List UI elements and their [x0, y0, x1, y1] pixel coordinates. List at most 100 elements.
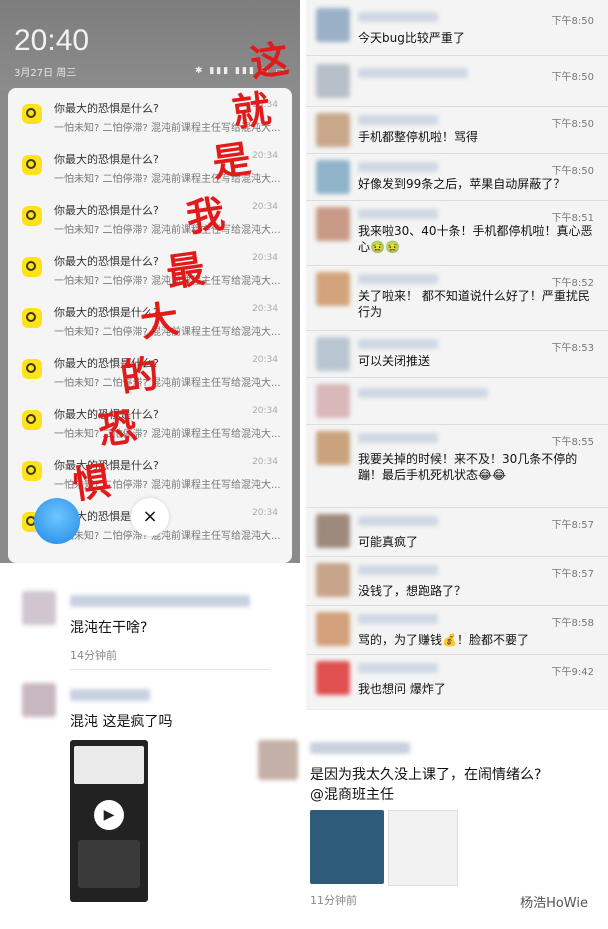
avatar: [316, 337, 350, 371]
app-icon: [22, 155, 42, 175]
image-thumbnail[interactable]: [388, 810, 458, 886]
commenter-name: [70, 595, 250, 607]
scared-face-emoji-icon: [34, 498, 80, 544]
message-text: 可能真疯了: [358, 535, 419, 549]
lockscreen-panel: 20:40 3月27日 周三 ✱ ▮▮▮ ▮▮▮ ◔ ▭ 你最大的恐惧是什么? …: [0, 0, 300, 563]
sender-name: [358, 516, 438, 526]
avatar: [316, 612, 350, 646]
commenter-name: [70, 689, 150, 701]
image-thumbnail[interactable]: [310, 810, 384, 884]
overlay-char: 惧: [69, 458, 114, 508]
notification-time: 20:34: [252, 355, 278, 365]
message-text: 可以关闭推送: [358, 354, 431, 368]
close-button[interactable]: ×: [131, 498, 169, 536]
app-icon: [22, 257, 42, 277]
avatar: [316, 661, 350, 695]
message-text: 我要关掉的时候！来不及！30几条不停的蹦！最后手机死机状态😂😂: [358, 452, 578, 482]
sender-name: [358, 209, 438, 219]
notification-body: 一怕未知? 二怕停滞? 混沌前课程主任写给混沌大...: [54, 378, 281, 389]
app-icon: [22, 461, 42, 481]
avatar: [316, 8, 350, 42]
chat-message: 下午8:57 可能真疯了: [306, 508, 608, 557]
thumbnail-controls: [78, 840, 140, 888]
commenter-name: [310, 742, 410, 754]
message-text: 我来啦30、40十条！手机都停机啦！真心恶心🤢🤢: [358, 224, 593, 254]
comment-text: 混沌在干啥?: [70, 620, 148, 636]
notification-time: 20:34: [252, 304, 278, 314]
divider: [70, 669, 270, 670]
lockscreen-clock: 20:40: [14, 24, 90, 57]
sender-name: [358, 565, 438, 575]
chat-panel: 下午8:50 今天bug比较严重了 下午8:50 下午8:50 手机都整停机啦！…: [306, 0, 608, 710]
notification-time: 20:34: [252, 151, 278, 161]
message-text: 好像发到99条之后，苹果自动屏蔽了？: [358, 177, 566, 191]
app-icon: [22, 359, 42, 379]
overlay-char: 是: [209, 136, 254, 186]
chat-message: 下午8:51 我来啦30、40十条！手机都停机啦！真心恶心🤢🤢: [306, 201, 608, 266]
avatar: [316, 563, 350, 597]
comment-feed-right: 是因为我太久没上课了，在闹情绪么? @混商班主任 11分钟前 杨浩HoWie: [258, 710, 608, 929]
message-text: 没钱了，想跑路了？: [358, 584, 467, 598]
avatar: [316, 431, 350, 465]
notification-title: 你最大的恐惧是什么?: [54, 204, 159, 217]
message-text: 我也想问 爆炸了: [358, 682, 446, 696]
message-time: 下午8:58: [551, 618, 594, 629]
comment-mention[interactable]: @混商班主任: [310, 784, 394, 804]
sender-name: [358, 614, 438, 624]
message-time: 下午8:50: [551, 72, 594, 83]
notification-time: 20:34: [252, 457, 278, 467]
message-time: 下午8:55: [551, 437, 594, 448]
chat-message: 下午8:50 今天bug比较严重了: [306, 0, 608, 56]
message-text: 关了啦来！ 都不知道说什么好了！严重扰民行为: [358, 289, 590, 319]
notification-item[interactable]: 你最大的恐惧是什么? 20:34 一怕未知? 二怕停滞? 混沌前课程主任写给混沌…: [8, 241, 292, 292]
app-icon: [22, 410, 42, 430]
overlay-char: 恐: [95, 404, 140, 454]
notification-time: 20:34: [252, 202, 278, 212]
notification-item[interactable]: 你最大的恐惧是什么? 20:34 一怕未知? 二怕停滞? 混沌前课程主任写给混沌…: [8, 394, 292, 445]
chat-message: [306, 378, 608, 425]
avatar: [316, 272, 350, 306]
sender-name: [358, 12, 438, 22]
message-time: 下午8:53: [551, 343, 594, 354]
comment-text: 是因为我太久没上课了，在闹情绪么?: [310, 767, 542, 783]
comment-time: 14分钟前: [70, 649, 117, 662]
message-text: 今天bug比较严重了: [358, 31, 465, 45]
notification-time: 20:34: [252, 508, 278, 518]
avatar: [316, 384, 350, 418]
message-time: 下午8:51: [551, 213, 594, 224]
sender-name: [358, 274, 438, 284]
chat-message: 下午8:52 关了啦来！ 都不知道说什么好了！严重扰民行为: [306, 266, 608, 331]
message-text: 手机都整停机啦！骂得: [358, 130, 479, 144]
message-time: 下午8:50: [551, 166, 594, 177]
notification-body: 一怕未知? 二怕停滞? 混沌前课程主任写给混沌大...: [54, 531, 281, 542]
overlay-char: 的: [117, 351, 162, 401]
comment-time: 11分钟前: [310, 894, 357, 907]
message-time: 下午8:57: [551, 569, 594, 580]
avatar: [316, 160, 350, 194]
sender-name: [358, 663, 438, 673]
message-text: 骂的，为了赚钱💰！脸都不要了: [358, 633, 529, 647]
phone-screenshot-thumbnail[interactable]: ▶: [70, 740, 148, 902]
avatar: [258, 740, 298, 780]
message-time: 下午8:50: [551, 16, 594, 27]
notification-title: 你最大的恐惧是什么?: [54, 255, 159, 268]
avatar: [316, 113, 350, 147]
overlay-char: 大: [137, 296, 182, 346]
notification-title: 你最大的恐惧是什么?: [54, 102, 159, 115]
notification-item[interactable]: 你最大的恐惧是什么? 20:34 一怕未知? 二怕停滞? 混沌前课程主任写给混沌…: [8, 445, 292, 496]
app-icon: [22, 104, 42, 124]
chat-message: 下午8:50 好像发到99条之后，苹果自动屏蔽了？: [306, 154, 608, 201]
watermark: 杨浩HoWie: [520, 896, 588, 911]
chat-message: 下午8:53 可以关闭推送: [306, 331, 608, 378]
sender-name: [358, 388, 488, 398]
app-icon: [22, 308, 42, 328]
notification-item[interactable]: 你最大的恐惧是什么? 20:34 一怕未知? 二怕停滞? 混沌前课程主任写给混沌…: [8, 190, 292, 241]
avatar: [22, 591, 56, 625]
chat-message: 下午9:42 我也想问 爆炸了: [306, 655, 608, 709]
notification-time: 20:34: [252, 253, 278, 263]
overlay-char: 我: [183, 191, 228, 241]
sender-name: [358, 162, 438, 172]
lockscreen-date: 3月27日 周三: [14, 68, 77, 79]
comment-feed-left: 混沌在干啥? 14分钟前 混沌 这是疯了吗 ▶: [0, 565, 300, 929]
chat-message: 下午8:57 没钱了，想跑路了？: [306, 557, 608, 606]
